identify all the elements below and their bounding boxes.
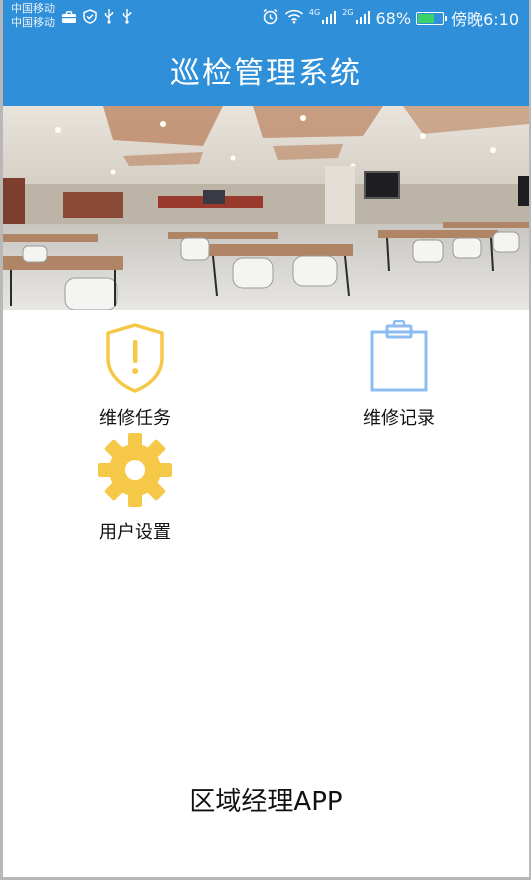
usb-icon <box>121 8 133 28</box>
clipboard-icon <box>368 319 430 398</box>
signal-icon <box>321 9 337 28</box>
canteen-photo <box>3 106 529 310</box>
usb-icon <box>103 8 115 28</box>
function-menu: 维修任务 维修记录 用户设置 区域经理APP <box>3 310 529 830</box>
status-bar: 中国移动 中国移动 4G 2G 68% 傍晚6:10 <box>3 0 529 34</box>
alarm-icon <box>262 8 279 29</box>
menu-label: 维修记录 <box>363 408 435 429</box>
status-right: 4G 2G 68% 傍晚6:10 <box>262 6 519 30</box>
phone-screen: 中国移动 中国移动 4G 2G 68% 傍晚6:10 巡检管理系统 维修任务 维… <box>3 0 529 877</box>
page-title: 巡检管理系统 <box>170 56 362 91</box>
network-2g-label: 2G <box>342 7 354 17</box>
shield-alert-icon <box>104 322 166 398</box>
carrier-2: 中国移动 <box>11 16 55 29</box>
carrier-1: 中国移动 <box>11 2 55 15</box>
title-bar: 巡检管理系统 <box>3 34 529 106</box>
gear-icon <box>97 432 173 512</box>
battery-fill <box>418 13 434 23</box>
menu-item-user-settings[interactable]: 用户设置 <box>55 428 215 544</box>
status-left-icons <box>61 8 133 28</box>
menu-label: 维修任务 <box>99 408 171 429</box>
menu-label: 用户设置 <box>99 522 171 543</box>
banner-image <box>3 106 529 310</box>
carrier-info: 中国移动 中国移动 <box>11 2 55 30</box>
signal-icon <box>355 9 371 28</box>
app-top: 中国移动 中国移动 4G 2G 68% 傍晚6:10 巡检管理系统 <box>3 0 529 106</box>
wifi-icon <box>284 9 304 28</box>
battery-icon <box>416 11 448 25</box>
menu-item-repair-tasks[interactable]: 维修任务 <box>55 318 215 430</box>
shield-check-icon <box>83 8 97 28</box>
clock: 傍晚6:10 <box>451 10 519 29</box>
network-4g-label: 4G <box>308 7 321 17</box>
battery-percent: 68% <box>375 8 412 28</box>
menu-item-repair-records[interactable]: 维修记录 <box>319 318 479 430</box>
briefcase-icon <box>61 9 77 28</box>
footer-app-name: 区域经理APP <box>189 787 343 817</box>
